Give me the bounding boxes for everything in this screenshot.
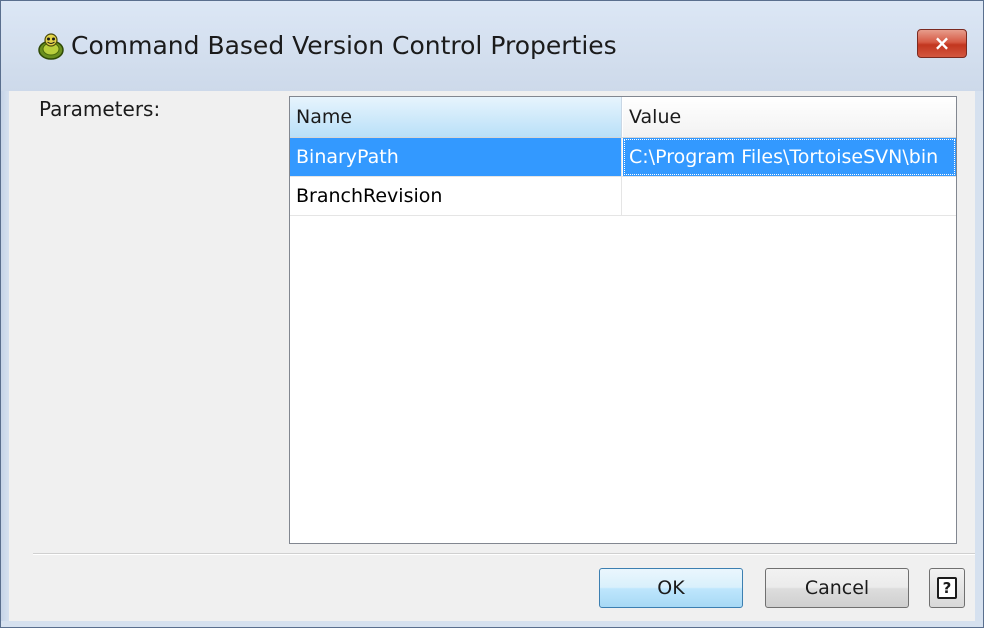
cancel-button[interactable]: Cancel <box>765 568 909 608</box>
title-bar[interactable]: Command Based Version Control Properties… <box>1 1 983 91</box>
window-title: Command Based Version Control Properties <box>71 31 617 60</box>
table-row[interactable]: BinaryPath C:\Program Files\TortoiseSVN\… <box>290 138 956 177</box>
window-frame-edge <box>1 91 9 621</box>
grid-header: Name Value <box>290 97 956 138</box>
cell-value-text: C:\Program Files\TortoiseSVN\bin <box>629 146 939 168</box>
column-header-value-label: Value <box>629 106 682 128</box>
cell-name[interactable]: BinaryPath <box>290 138 622 176</box>
table-row[interactable]: BranchRevision <box>290 177 956 216</box>
help-button[interactable]: ? <box>929 568 965 608</box>
help-icon: ? <box>937 577 957 599</box>
column-header-name-label: Name <box>296 106 353 128</box>
properties-dialog: Command Based Version Control Properties… <box>0 0 984 628</box>
footer-separator <box>33 553 975 555</box>
column-header-value[interactable]: Value <box>623 97 956 137</box>
cell-name-text: BranchRevision <box>296 185 443 207</box>
parameters-label: Parameters: <box>39 97 161 121</box>
ok-button[interactable]: OK <box>599 568 743 608</box>
column-header-name[interactable]: Name <box>290 97 622 137</box>
parameters-grid[interactable]: Name Value BinaryPath C:\Program Files\T… <box>289 96 957 544</box>
tortoise-icon <box>38 33 64 60</box>
cell-name-text: BinaryPath <box>296 146 399 168</box>
cell-value[interactable]: C:\Program Files\TortoiseSVN\bin <box>623 138 956 176</box>
cell-value[interactable] <box>623 177 956 215</box>
cell-name[interactable]: BranchRevision <box>290 177 622 215</box>
close-button[interactable]: × <box>917 29 967 58</box>
close-icon: × <box>933 31 951 55</box>
